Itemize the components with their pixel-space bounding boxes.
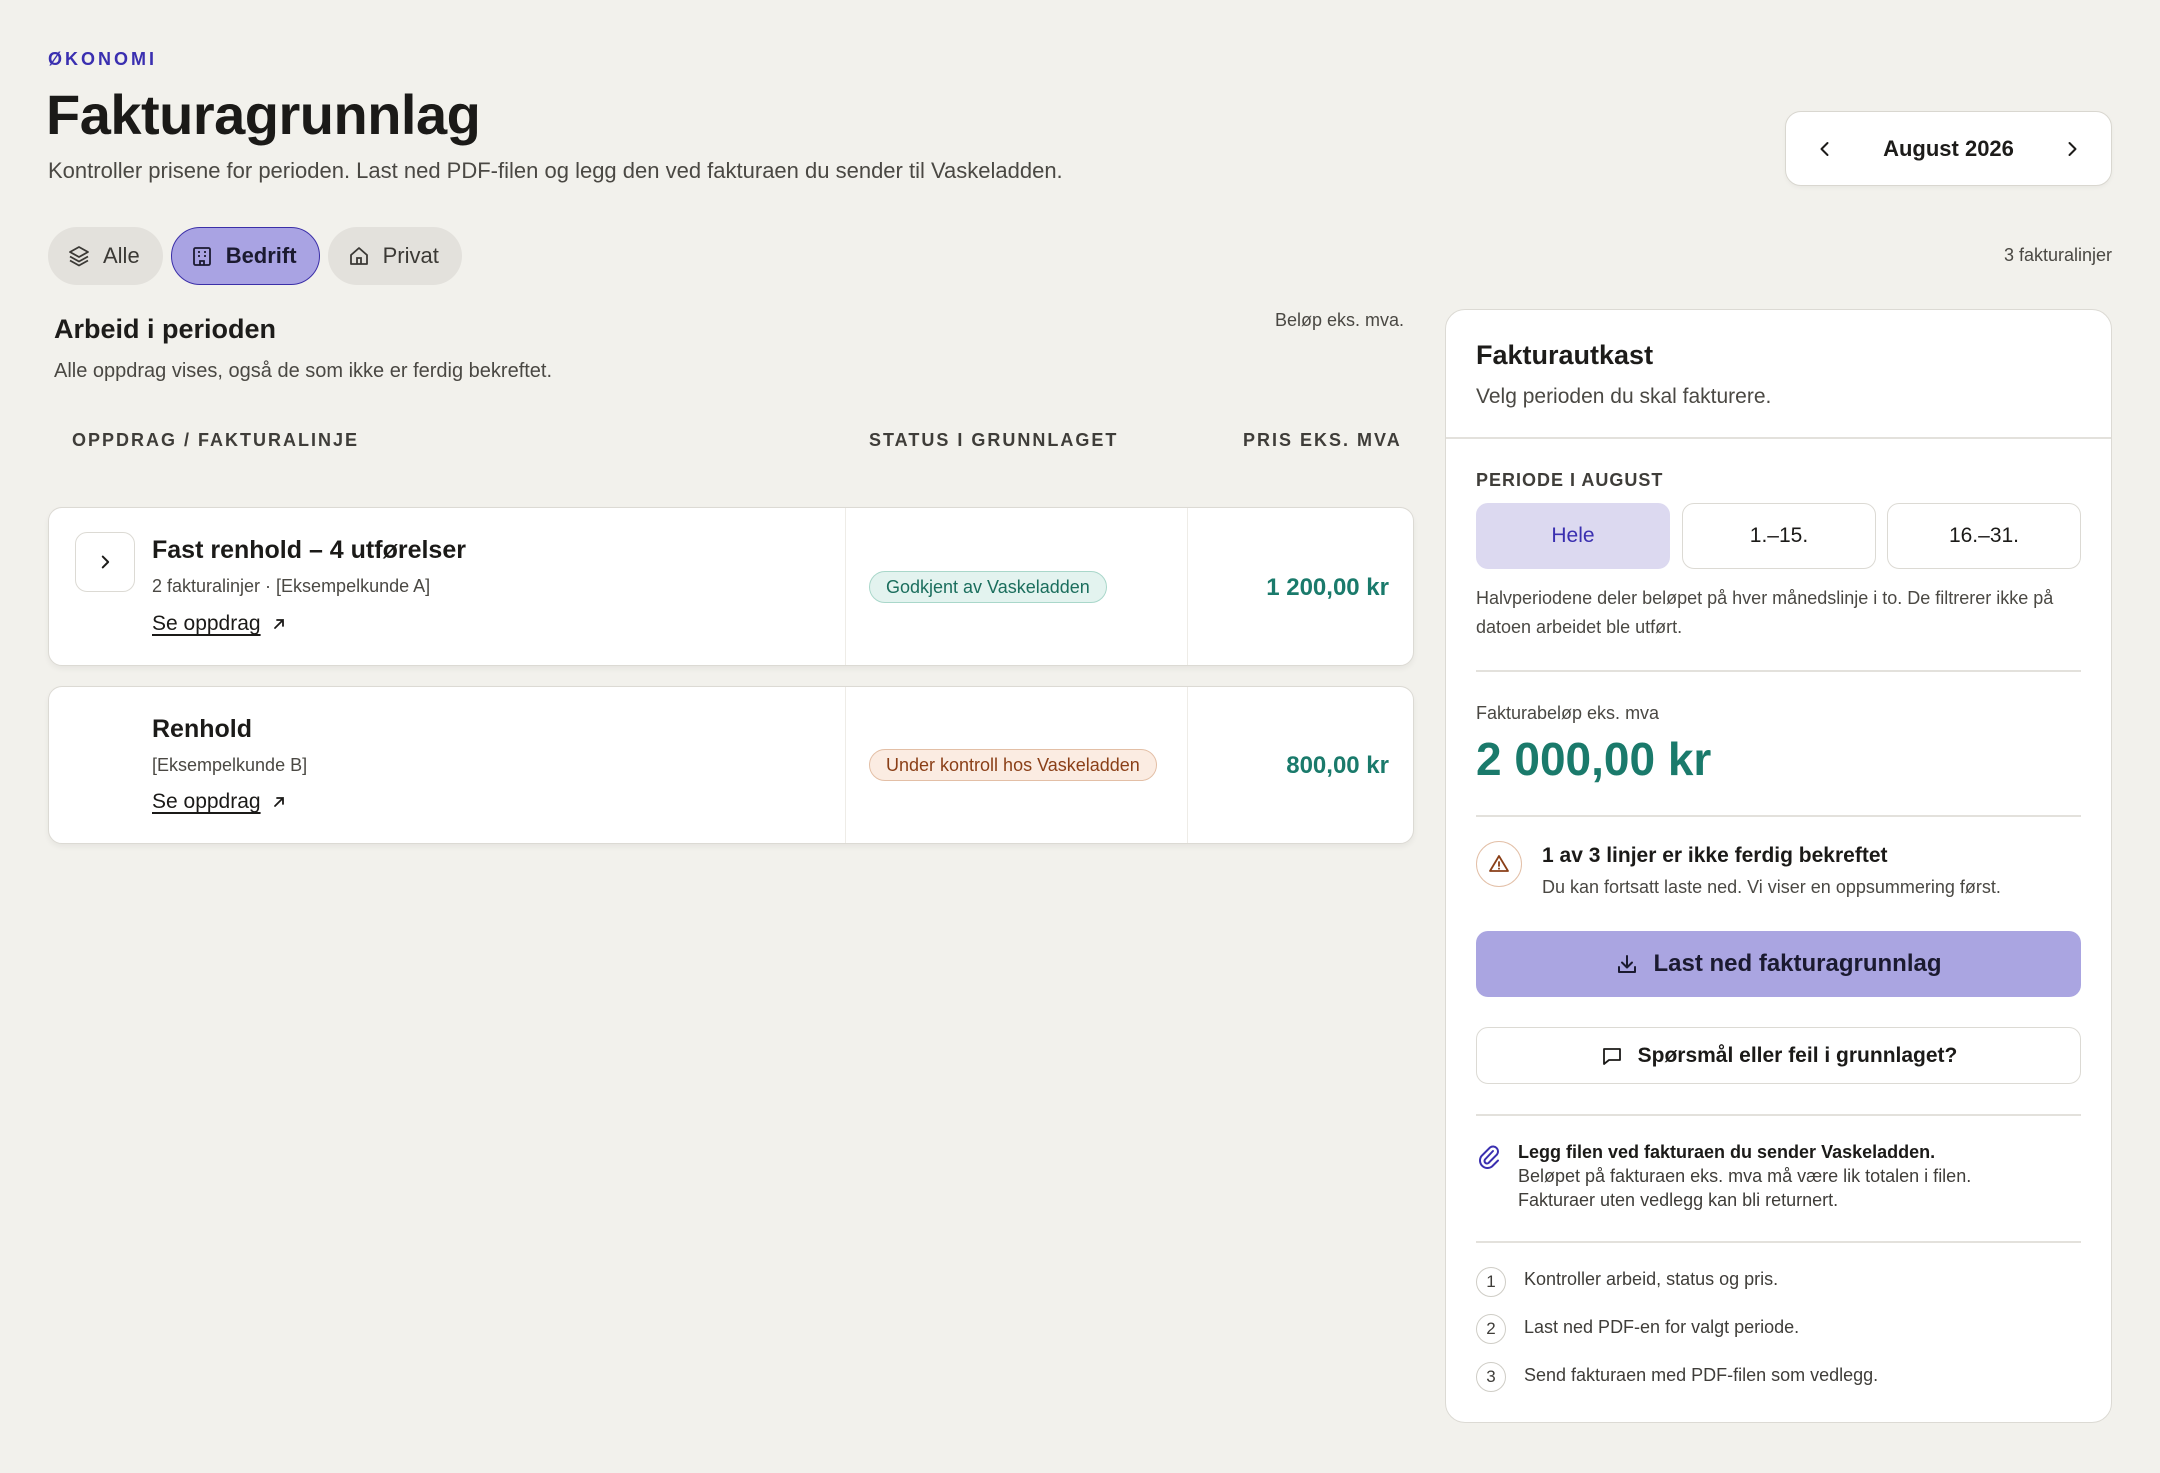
see-assignment-link[interactable]: Se oppdrag [152, 790, 287, 814]
row-meta: 2 fakturalinjer · [Eksempelkunde A] [152, 576, 431, 596]
see-assignment-label: Se oppdrag [152, 612, 261, 635]
section-eyebrow: ØKONOMI [48, 49, 157, 69]
segment-first-half[interactable]: 1.–15. [1682, 503, 1876, 569]
warning-title: 1 av 3 linjer er ikke ferdig bekreftet [1542, 844, 1888, 867]
row-title: Renhold [152, 715, 252, 743]
question-button[interactable]: Spørsmål eller feil i grunnlaget? [1476, 1027, 2081, 1084]
warning-subtitle: Du kan fortsatt laste ned. Vi viser en o… [1542, 877, 2001, 897]
amount-note: Beløp eks. mva. [1275, 310, 1405, 330]
step-number: 3 [1476, 1362, 1506, 1392]
segment-hele[interactable]: Hele [1476, 503, 1670, 569]
period-help-text: Halvperiodene deler beløpet på hver måne… [1476, 588, 2054, 637]
row-meta: [Eksempelkunde B] [152, 755, 308, 775]
page-title: Fakturagrunnlag [46, 83, 481, 146]
attachment-info: Legg filen ved fakturaen du sender Vaske… [1518, 1140, 2078, 1212]
external-arrow-icon [273, 619, 284, 629]
download-icon [1618, 955, 1637, 973]
layers-icon [69, 246, 89, 267]
step-text: Kontroller arbeid, status og pris. [1524, 1269, 1779, 1289]
home-icon [349, 247, 368, 265]
warning-triangle-icon [1489, 855, 1509, 872]
column-header-status: STATUS I GRUNNLAGET [869, 430, 1119, 450]
step-number: 2 [1476, 1314, 1506, 1344]
table-row: Renhold [Eksempelkunde B] Se oppdrag Und… [48, 686, 1414, 844]
download-button-label: Last ned fakturagrunnlag [1653, 950, 1942, 977]
segment-second-half[interactable]: 16.–31. [1887, 503, 2081, 569]
period-picker: August 2026 [1785, 111, 2112, 186]
chevron-right-icon [101, 555, 110, 569]
building-icon [192, 247, 211, 266]
panel-divider [1446, 437, 2111, 439]
see-assignment-link[interactable]: Se oppdrag [152, 612, 287, 636]
column-header-oppdrag: OPPDRAG / FAKTURALINJE [72, 430, 360, 450]
work-section-subtitle: Alle oppdrag vises, også de som ikke er … [54, 360, 553, 382]
attachment-title: Legg filen ved fakturaen du sender Vaske… [1518, 1142, 1936, 1162]
amount-label: Fakturabeløp eks. mva [1476, 703, 1660, 723]
filter-alle-label: Alle [103, 243, 140, 268]
work-section-title: Arbeid i perioden [54, 314, 277, 344]
step-text: Send fakturaen med PDF-filen som vedlegg… [1524, 1365, 1879, 1385]
filter-privat-label: Privat [382, 243, 439, 268]
chevron-left-icon [1820, 141, 1829, 156]
step-text: Last ned PDF-en for valgt periode. [1524, 1317, 1800, 1337]
panel-title: Fakturautkast [1476, 340, 1654, 370]
see-assignment-label: Se oppdrag [152, 790, 261, 813]
column-header-price: PRIS EKS. MVA [1243, 430, 1402, 450]
chat-bubble-icon [1602, 1047, 1621, 1065]
panel-subtitle: Velg perioden du skal fakturere. [1476, 385, 1772, 408]
filter-bedrift-label: Bedrift [225, 243, 297, 268]
step-number: 1 [1476, 1267, 1506, 1297]
invoice-amount: 2 000,00 kr [1476, 733, 1712, 785]
external-arrow-icon [273, 797, 284, 807]
row-price: 1 200,00 kr [1266, 574, 1389, 601]
warning-icon [1476, 841, 1522, 887]
download-button[interactable]: Last ned fakturagrunnlag [1476, 931, 2081, 997]
next-period-button[interactable] [2055, 132, 2089, 166]
question-button-label: Spørsmål eller feil i grunnlaget? [1637, 1043, 1958, 1067]
attachment-line-1: Beløpet på fakturaen eks. mva må være li… [1518, 1166, 1972, 1186]
period-label: August 2026 [1883, 135, 2014, 161]
table-row: Fast renhold – 4 utførelser 2 fakturalin… [48, 507, 1414, 666]
prev-period-button[interactable] [1808, 132, 1842, 166]
divider [1476, 670, 2081, 672]
filter-pills: Alle Bedrift Privat [48, 227, 462, 285]
row-price: 800,00 kr [1286, 752, 1389, 779]
line-count: 3 fakturalinjer [2003, 245, 2112, 265]
expand-row-button[interactable] [75, 532, 135, 592]
paperclip-icon [1476, 1142, 1500, 1175]
row-title: Fast renhold – 4 utførelser [152, 536, 466, 564]
page-subtitle: Kontroller prisene for perioden. Last ne… [48, 158, 1063, 183]
filter-alle[interactable]: Alle [48, 227, 163, 285]
filter-privat[interactable]: Privat [327, 227, 462, 285]
attachment-line-2: Fakturaer uten vedlegg kan bli returnert… [1518, 1190, 1839, 1210]
chevron-right-icon [2068, 141, 2077, 156]
divider [1476, 1241, 2081, 1243]
status-badge: Under kontroll hos Vaskeladden [869, 749, 1157, 781]
filter-bedrift[interactable]: Bedrift [170, 227, 320, 285]
invoice-draft-panel: Fakturautkast Velg perioden du skal fakt… [1445, 309, 2112, 1423]
divider [1476, 815, 2081, 817]
status-badge: Godkjent av Vaskeladden [869, 571, 1107, 603]
period-segment-label: PERIODE I AUGUST [1476, 470, 1664, 490]
divider [1476, 1114, 2081, 1116]
